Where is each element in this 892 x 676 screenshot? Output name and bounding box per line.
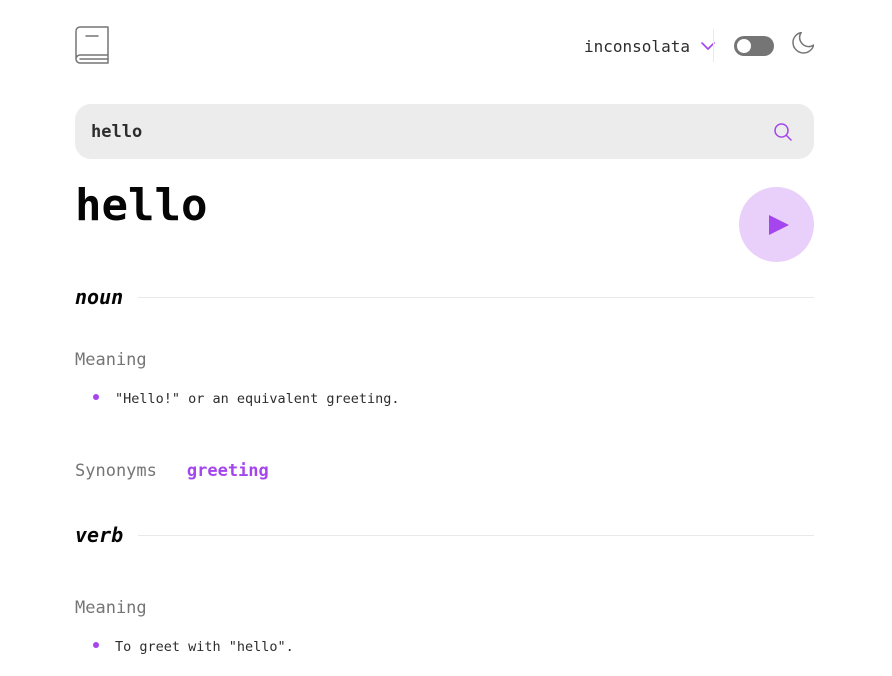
meaning-heading: Meaning <box>75 350 147 370</box>
section-divider <box>138 535 814 536</box>
font-selector[interactable]: inconsolata <box>584 36 715 56</box>
theme-toggle-knob <box>737 39 751 53</box>
search-input[interactable] <box>91 104 751 159</box>
definition-item: "Hello!" or an equivalent greeting. <box>93 389 399 409</box>
section-divider <box>138 297 814 298</box>
book-icon[interactable] <box>75 26 109 64</box>
word-title: hello <box>75 180 208 231</box>
play-icon <box>769 215 789 235</box>
bullet-icon <box>93 394 99 400</box>
synonym-link[interactable]: greeting <box>187 459 269 483</box>
part-of-speech-verb: verb <box>75 520 814 550</box>
theme-toggle[interactable] <box>734 36 774 56</box>
part-of-speech-noun: noun <box>75 282 814 312</box>
moon-icon <box>792 32 814 54</box>
dictionary-app: inconsolata hello noun Meaning <box>0 0 892 676</box>
synonyms-row: Synonyms greeting <box>75 459 269 483</box>
part-of-speech-label: verb <box>75 523 124 547</box>
definition-text: To greet with "hello". <box>115 639 294 655</box>
definition-text: "Hello!" or an equivalent greeting. <box>115 391 400 407</box>
play-pronunciation-button[interactable] <box>739 187 814 262</box>
meaning-heading: Meaning <box>75 598 147 618</box>
header-divider <box>713 29 714 62</box>
header: inconsolata <box>75 26 814 64</box>
search-icon[interactable] <box>774 123 792 141</box>
search-bar <box>75 104 814 159</box>
synonyms-label: Synonyms <box>75 461 157 481</box>
part-of-speech-label: noun <box>75 285 124 309</box>
bullet-icon <box>93 642 99 648</box>
font-selector-label: inconsolata <box>584 36 690 56</box>
definition-item: To greet with "hello". <box>93 637 294 657</box>
